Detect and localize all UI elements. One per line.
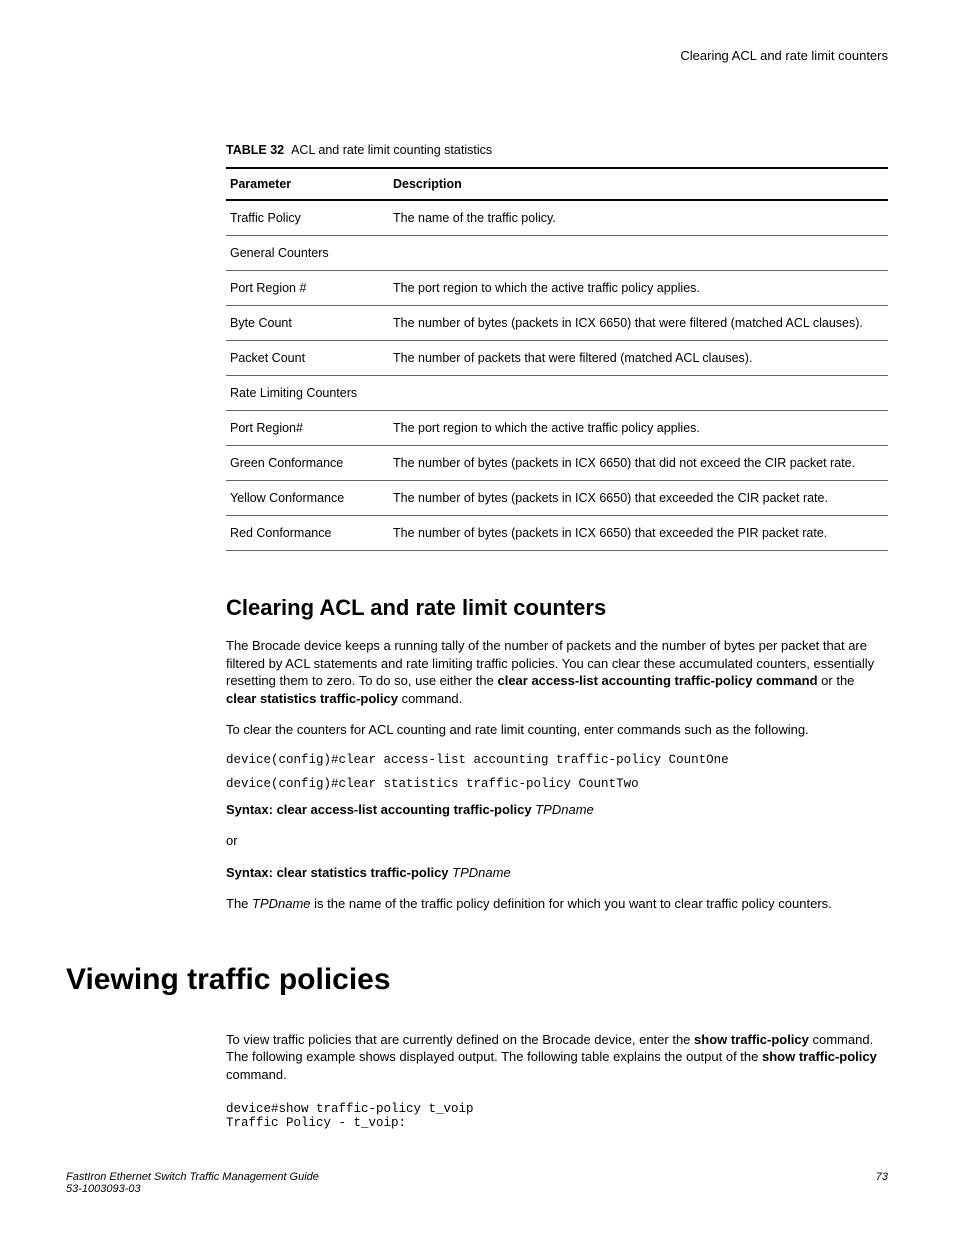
section-heading-clearing: Clearing ACL and rate limit counters [226, 595, 888, 621]
cell-param: Byte Count [226, 306, 389, 341]
page-footer: FastIron Ethernet Switch Traffic Managem… [66, 1171, 888, 1195]
footer-page-number: 73 [876, 1171, 888, 1183]
running-header: Clearing ACL and rate limit counters [66, 48, 888, 63]
cell-desc: The number of bytes (packets in ICX 6650… [389, 306, 888, 341]
text-bold: show traffic-policy [694, 1032, 809, 1047]
footer-title: FastIron Ethernet Switch Traffic Managem… [66, 1171, 319, 1183]
cell-desc: The port region to which the active traf… [389, 411, 888, 446]
th-parameter: Parameter [226, 168, 389, 200]
text-bold: Syntax: clear statistics traffic-policy [226, 865, 452, 880]
table-number: TABLE 32 [226, 143, 284, 157]
cell-desc: The number of bytes (packets in ICX 6650… [389, 481, 888, 516]
cell-param: Port Region # [226, 271, 389, 306]
statistics-table: Parameter Description Traffic PolicyThe … [226, 167, 888, 551]
th-description: Description [389, 168, 888, 200]
cell-param: Green Conformance [226, 446, 389, 481]
text: command. [226, 1067, 287, 1082]
syntax-line: Syntax: clear statistics traffic-policy … [226, 864, 888, 882]
section-heading-viewing: Viewing traffic policies [66, 963, 888, 997]
text-italic: TPDname [452, 865, 511, 880]
table-row: Yellow ConformanceThe number of bytes (p… [226, 481, 888, 516]
text-italic: TPDname [252, 896, 311, 911]
cell-desc: The number of bytes (packets in ICX 6650… [389, 446, 888, 481]
cell-param: Yellow Conformance [226, 481, 389, 516]
cell-desc: The port region to which the active traf… [389, 271, 888, 306]
table-row: Rate Limiting Counters [226, 376, 888, 411]
text-italic: TPDname [535, 802, 594, 817]
cell-param: Red Conformance [226, 516, 389, 551]
table-caption-text: ACL and rate limit counting statistics [291, 143, 492, 157]
table-row: Port Region #The port region to which th… [226, 271, 888, 306]
table-row: Traffic PolicyThe name of the traffic po… [226, 200, 888, 236]
text: command. [398, 691, 462, 706]
paragraph: To clear the counters for ACL counting a… [226, 721, 888, 739]
page: Clearing ACL and rate limit counters TAB… [0, 0, 954, 1235]
footer-docnum: 53-1003093-03 [66, 1183, 141, 1195]
paragraph: The Brocade device keeps a running tally… [226, 637, 888, 707]
table-row: Green ConformanceThe number of bytes (pa… [226, 446, 888, 481]
text-bold: clear access-list accounting traffic-pol… [497, 673, 817, 688]
syntax-line: Syntax: clear access-list accounting tra… [226, 801, 888, 819]
main-content-2: To view traffic policies that are curren… [226, 1031, 888, 1130]
text-bold: clear statistics traffic-policy [226, 691, 398, 706]
footer-left: FastIron Ethernet Switch Traffic Managem… [66, 1171, 319, 1195]
cell-param: Port Region# [226, 411, 389, 446]
text-bold: show traffic-policy [762, 1049, 877, 1064]
main-content: TABLE 32 ACL and rate limit counting sta… [226, 143, 888, 913]
paragraph: To view traffic policies that are curren… [226, 1031, 888, 1084]
text: The [226, 896, 252, 911]
table-row: Red ConformanceThe number of bytes (pack… [226, 516, 888, 551]
text-bold: Syntax: clear access-list accounting tra… [226, 802, 535, 817]
text: To view traffic policies that are curren… [226, 1032, 694, 1047]
paragraph: The TPDname is the name of the traffic p… [226, 895, 888, 913]
cell-param: Traffic Policy [226, 200, 389, 236]
table-row: Port Region#The port region to which the… [226, 411, 888, 446]
table-caption: TABLE 32 ACL and rate limit counting sta… [226, 143, 888, 157]
table-row: Byte CountThe number of bytes (packets i… [226, 306, 888, 341]
code-block: device#show traffic-policy t_voip Traffi… [226, 1102, 888, 1130]
cell-param: Packet Count [226, 341, 389, 376]
cell-desc: The number of packets that were filtered… [389, 341, 888, 376]
code-line: device(config)#clear access-list account… [226, 753, 888, 767]
text: is the name of the traffic policy defini… [311, 896, 832, 911]
cell-param: General Counters [226, 236, 888, 271]
cell-desc: The name of the traffic policy. [389, 200, 888, 236]
cell-desc: The number of bytes (packets in ICX 6650… [389, 516, 888, 551]
table-row: General Counters [226, 236, 888, 271]
table-row: Packet CountThe number of packets that w… [226, 341, 888, 376]
cell-param: Rate Limiting Counters [226, 376, 888, 411]
text: or the [818, 673, 855, 688]
code-line: device(config)#clear statistics traffic-… [226, 777, 888, 791]
paragraph: or [226, 832, 888, 850]
